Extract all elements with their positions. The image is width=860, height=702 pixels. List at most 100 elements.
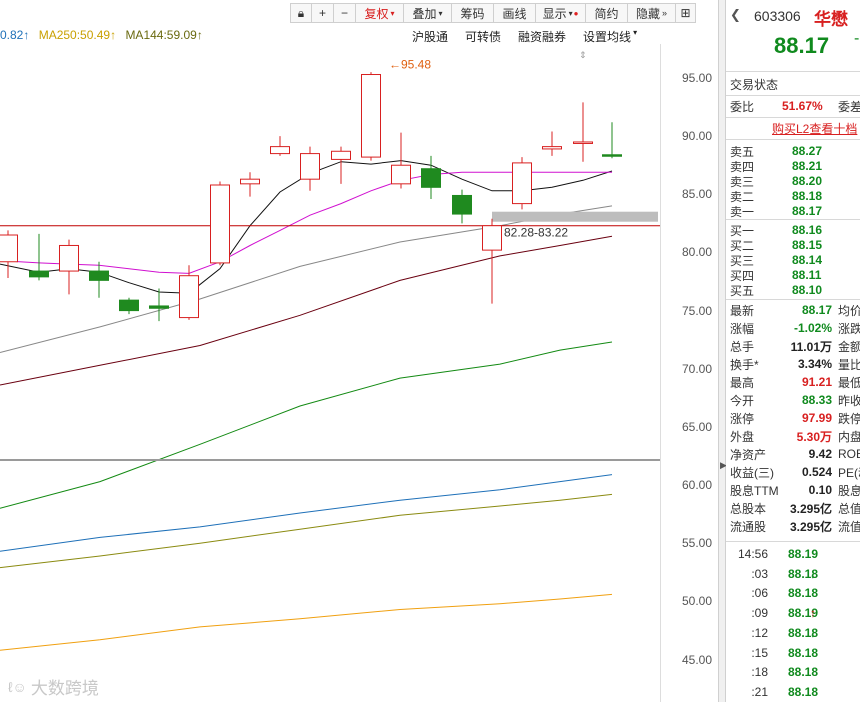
hide-button[interactable]: 隐藏»: [628, 3, 676, 23]
stat-label-secondary: PE(动): [838, 465, 860, 480]
ma-line: [0, 593, 613, 651]
overlay-dropdown[interactable]: 叠加 ▾: [404, 3, 452, 23]
kline-chart-panel[interactable]: ←95.48 82.28-83.22 🔒︎ + − 复权 ▾ 叠加 ▾ 筹码 画线 显…: [0, 0, 718, 702]
candle-up: [542, 146, 562, 150]
caret-down-icon: ▾: [568, 8, 573, 18]
candle-up: [270, 146, 290, 155]
gap-highlight-band: [492, 211, 658, 222]
candle-up: [210, 184, 230, 264]
convertible-bond-link[interactable]: 可转债: [465, 28, 501, 45]
ask-price: 88.18: [792, 189, 823, 203]
stock-code: 603306: [754, 8, 801, 24]
display-dropdown[interactable]: 显示 ▾ ●: [536, 3, 586, 23]
stat-value: 5.30万: [796, 429, 832, 444]
kline-chart[interactable]: ←95.48 82.28-83.22: [0, 0, 718, 702]
tick-price: 88.18: [788, 645, 819, 660]
stat-row: 净资产 9.42 ROE: [726, 445, 860, 463]
candle-up: [361, 74, 381, 158]
tick-row: :03 88.18 ↓: [726, 564, 818, 584]
ratio-label: 委比: [730, 99, 755, 114]
candle-down: [119, 299, 139, 312]
margin-trading-link[interactable]: 融资融券: [518, 28, 566, 45]
stat-label: 净资产: [730, 447, 767, 462]
back-chevron-icon[interactable]: ❮: [730, 7, 741, 23]
y-axis-tick-label: 85.00: [681, 187, 712, 202]
buy-l2-link[interactable]: 购买L2查看十档: [772, 120, 857, 137]
price-change-fragment: -: [854, 30, 860, 47]
restore-right-dropdown[interactable]: 复权 ▾: [356, 3, 404, 23]
simple-button[interactable]: 简约: [586, 3, 628, 23]
candle-up: [300, 153, 320, 180]
stat-row: 收益(三) 0.524 PE(动): [726, 463, 860, 481]
y-axis-tick-label: 70.00: [681, 361, 712, 376]
watermark-logo-icon: ℓ☺: [8, 678, 27, 695]
tick-row: :06 88.18: [726, 583, 818, 603]
stat-value: 3.34%: [797, 357, 832, 371]
stat-row: 最高 91.21 最低: [726, 373, 860, 391]
zoom-out-button[interactable]: −: [334, 3, 356, 23]
set-ma-link[interactable]: 设置均线: [583, 28, 631, 45]
ma-line: [0, 474, 613, 552]
stat-label: 换手*: [730, 357, 759, 372]
price-axis: 95.00 90.00 85.00 80.00 75.00 70.00 65.00 60.00…: [660, 44, 718, 702]
bid-price: 88.16: [792, 223, 823, 237]
panel-divider[interactable]: ▶: [718, 0, 727, 702]
resize-handle-icon[interactable]: ⇕: [579, 50, 587, 61]
lock-icon[interactable]: 🔒︎: [290, 3, 312, 23]
tick-time: 14:56: [737, 547, 768, 561]
bid-row: 买五 88.10: [726, 281, 842, 299]
stat-label-secondary: 均价: [838, 303, 860, 318]
stat-row: 涨幅 -1.02% 涨跌: [726, 319, 860, 337]
stat-row: 换手* 3.34% 量比: [726, 355, 860, 373]
down-arrow-icon: ↓: [810, 566, 816, 581]
chips-button[interactable]: 筹码: [452, 3, 494, 23]
tick-row: :15 88.18: [726, 643, 818, 663]
candle-up: [59, 244, 79, 272]
latest-price: 88.17: [774, 33, 830, 58]
caret-down-icon: ▾: [633, 28, 638, 37]
stat-label-secondary: 昨收: [838, 393, 860, 408]
stat-label: 最高: [730, 375, 755, 390]
stat-value: 9.42: [808, 447, 832, 461]
bid-price: 88.11: [792, 268, 822, 282]
stat-row: 外盘 5.30万 内盘: [726, 427, 860, 445]
up-arrow-icon: ↑: [23, 28, 33, 42]
ask-price: 88.21: [792, 159, 823, 173]
stat-value: 88.33: [801, 393, 832, 407]
range-annotation: 82.28-83.22: [504, 226, 568, 240]
tick-row: :09 88.19 ↑: [726, 603, 818, 623]
tick-time: :06: [751, 586, 768, 601]
stat-label: 流通股: [730, 519, 767, 534]
stat-label-secondary: 总值: [838, 501, 860, 516]
tick-price: 88.18: [788, 665, 819, 680]
stat-value: 97.99: [801, 411, 832, 425]
draw-line-button[interactable]: 画线: [494, 3, 536, 23]
candle-up: [482, 225, 502, 251]
tick-price: 88.18: [788, 684, 819, 699]
stat-row: 总手 11.01万 金额: [726, 337, 860, 355]
candle-down: [452, 194, 472, 215]
hk-connect-link[interactable]: 沪股通: [412, 28, 448, 45]
stat-label-secondary: 股息率: [838, 483, 860, 498]
tick-price: 88.18: [788, 625, 819, 640]
tick-row: 14:56 88.19: [726, 544, 818, 564]
zoom-in-button[interactable]: +: [312, 3, 334, 23]
y-axis-tick-label: 75.00: [681, 303, 712, 318]
ask-price: 88.20: [792, 174, 823, 188]
down-arrow-icon: ↓: [810, 625, 816, 640]
tick-price: 88.19: [788, 547, 819, 561]
high-price-annotation: ←95.48: [389, 57, 431, 71]
y-axis-tick-label: 80.00: [681, 245, 712, 260]
stat-value: 3.295亿: [789, 501, 832, 516]
stat-row: 今开 88.33 昨收: [726, 391, 860, 409]
stat-label-secondary: 量比: [838, 357, 860, 372]
tick-price: 88.19: [788, 606, 819, 621]
tick-time: :15: [751, 645, 768, 660]
stat-label: 涨幅: [730, 321, 755, 336]
grid-icon[interactable]: ⊞: [676, 3, 696, 23]
tick-time: :03: [751, 566, 768, 581]
stat-value: 0.524: [801, 465, 832, 479]
tick-price: 88.18: [788, 566, 819, 581]
stat-value: 11.01万: [790, 339, 832, 354]
stat-label-secondary: 金额: [838, 339, 860, 354]
